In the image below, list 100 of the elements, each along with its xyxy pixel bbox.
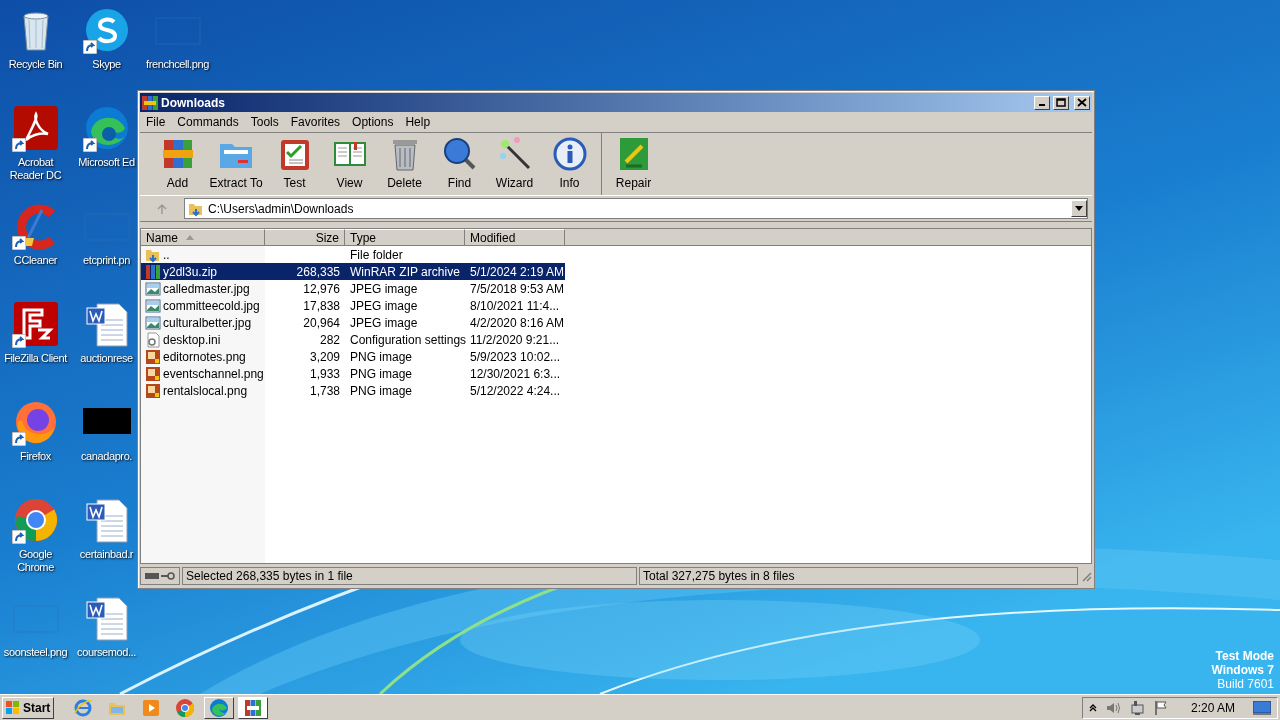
taskbar-button[interactable] xyxy=(238,696,268,719)
dropdown-button[interactable] xyxy=(1071,200,1087,217)
toolbar-button[interactable]: Test xyxy=(267,135,322,193)
file-row[interactable]: calledmaster.jpg 12,976 JPEG image 7/5/2018 9:53 AM xyxy=(141,280,1091,297)
column-header[interactable]: Name xyxy=(141,229,265,246)
file-name: eventschannel.png xyxy=(163,365,264,383)
os-notice-text: Test Mode xyxy=(1215,649,1274,663)
desktop-icon-label[interactable]: soonsteel.png xyxy=(3,646,68,659)
modified-cell-text: 4/2/2020 8:16 AM xyxy=(469,314,565,332)
close-button[interactable] xyxy=(1074,95,1090,110)
file-name: culturalbetter.jpg xyxy=(163,314,252,332)
desktop-icon-label[interactable]: canadapro. xyxy=(80,450,132,463)
menu-item[interactable]: Commands xyxy=(171,113,245,131)
file-name: desktop.ini xyxy=(163,331,221,349)
desktop-icon-label[interactable]: CCleaner xyxy=(13,254,58,267)
modified-cell-text: 8/10/2021 11:4... xyxy=(469,297,561,315)
drive-icon xyxy=(145,573,159,579)
type-cell-text: Configuration settings xyxy=(349,331,465,349)
address-field[interactable]: C:\Users\admin\Downloads xyxy=(184,198,1088,219)
toolbar-button[interactable]: Find xyxy=(432,135,487,193)
modified-cell-text: 12/30/2021 6:3... xyxy=(469,365,562,383)
jpg-file-icon xyxy=(145,314,161,331)
status-text: Total 327,275 bytes in 8 files xyxy=(643,568,795,585)
ini-file-icon xyxy=(145,331,161,348)
modified-cell-text: 7/5/2018 9:53 AM xyxy=(469,280,565,298)
windows-logo-icon xyxy=(5,699,21,716)
toolbar-button[interactable]: Extract To xyxy=(205,135,267,193)
modified-cell-text: 5/1/2024 2:19 AM xyxy=(469,263,565,281)
os-notice-text: Build 7601 xyxy=(1217,677,1274,691)
network-icon[interactable] xyxy=(1128,699,1145,716)
flag-icon[interactable] xyxy=(1152,699,1169,716)
taskbar-button[interactable] xyxy=(204,696,234,719)
toolbar-button[interactable]: Wizard xyxy=(487,135,542,193)
type-cell-text: WinRAR ZIP archive xyxy=(349,263,461,281)
file-row[interactable]: .. File folder xyxy=(141,246,1091,263)
key-icon xyxy=(161,572,175,580)
column-header[interactable]: Size xyxy=(265,229,345,246)
jpg-file-icon xyxy=(145,297,161,314)
close-icon xyxy=(1077,98,1087,107)
file-row[interactable]: committeecold.jpg 17,838 JPEG image 8/10/2021 11:4... xyxy=(141,297,1091,314)
desktop-icon-label[interactable]: Microsoft Ed xyxy=(78,156,135,169)
up-arrow-icon xyxy=(156,202,168,215)
desktop-icon-label[interactable]: Firefox xyxy=(20,450,51,463)
desktop-icon-label[interactable]: etcprint.pn xyxy=(83,254,130,267)
desktop-icon-label[interactable]: FileZilla Client xyxy=(4,352,67,365)
type-cell-text: JPEG image xyxy=(349,280,419,298)
app-icon xyxy=(142,94,158,111)
sort-arrow-icon xyxy=(186,235,194,240)
column-header[interactable]: Modified xyxy=(465,229,565,246)
file-row[interactable]: desktop.ini 282 Configuration settings 11/2/2020 9:21... xyxy=(141,331,1091,348)
desktop-icon-label[interactable]: Acrobat Reader DC xyxy=(0,156,71,182)
shortcut-icon[interactable] xyxy=(82,104,131,152)
file-row[interactable]: culturalbetter.jpg 20,964 JPEG image 4/2/2020 8:16 AM xyxy=(141,314,1091,331)
chevron-up-icon[interactable] xyxy=(1088,703,1097,712)
desktop-icon-label[interactable]: Google Chrome xyxy=(0,548,71,574)
desktop-icon-label[interactable]: frenchcell.png xyxy=(146,58,209,71)
shortcut-icon[interactable] xyxy=(11,300,60,348)
file-name: .. xyxy=(163,246,170,264)
clock[interactable]: 2:20 AM xyxy=(1190,698,1235,717)
type-cell-text: JPEG image xyxy=(349,297,419,315)
size-cell-text: 20,964 xyxy=(302,314,341,332)
desktop-icon-label[interactable]: certainbad.r xyxy=(79,548,134,561)
maximize-button[interactable] xyxy=(1053,95,1069,110)
column-header[interactable]: Type xyxy=(345,229,465,246)
toolbar-button[interactable]: Info xyxy=(542,135,597,193)
os-notice-text: Windows 7 xyxy=(1211,663,1274,677)
jpg-file-icon xyxy=(145,280,161,297)
desktop-icon-label[interactable]: Recycle Bin xyxy=(8,58,63,71)
resize-grip-icon[interactable] xyxy=(1080,570,1092,582)
start-button[interactable]: Start xyxy=(2,696,54,719)
size-cell-text: 1,738 xyxy=(308,382,341,400)
menu-item[interactable]: Favorites xyxy=(284,113,347,131)
toolbar-button[interactable]: Add xyxy=(150,135,205,193)
shortcut-icon[interactable] xyxy=(11,496,60,544)
winrar-icon xyxy=(243,697,263,718)
shortcut-icon[interactable] xyxy=(82,6,131,54)
menu-item[interactable]: Tools xyxy=(244,113,285,131)
menu-item[interactable]: Help xyxy=(399,113,437,131)
desktop-icon-label[interactable]: Skype xyxy=(92,58,121,71)
caret-icon xyxy=(1075,206,1083,211)
size-cell-text: 268,335 xyxy=(295,263,341,281)
maximize-icon xyxy=(1056,98,1066,107)
show-desktop-icon[interactable] xyxy=(1253,700,1271,715)
toolbar-button[interactable]: View xyxy=(322,135,377,193)
menu-item[interactable]: Options xyxy=(346,113,400,131)
minimize-button[interactable] xyxy=(1034,95,1050,110)
shortcut-icon[interactable] xyxy=(11,104,60,152)
toolbar-button[interactable]: Repair xyxy=(606,135,661,193)
file-row[interactable]: eventschannel.png 1,933 PNG image 12/30/2021 6:3... xyxy=(141,365,1091,382)
menu-item[interactable]: File xyxy=(140,113,172,131)
size-cell-text: 3,209 xyxy=(308,348,341,366)
size-cell-text: 12,976 xyxy=(302,280,341,298)
toolbar-button[interactable]: Delete xyxy=(377,135,432,193)
file-row[interactable]: editornotes.png 3,209 PNG image 5/9/2023 10:02... xyxy=(141,348,1091,365)
type-cell-text: JPEG image xyxy=(349,314,419,332)
desktop-icon-label[interactable]: auctionrese xyxy=(80,352,133,365)
ie-icon xyxy=(73,697,93,718)
file-row[interactable]: y2dl3u.zip 268,335 WinRAR ZIP archive 5/1/2024 2:19 AM xyxy=(141,263,1091,280)
file-row[interactable]: rentalslocal.png 1,738 PNG image 5/12/2022 4:24... xyxy=(141,382,1091,399)
find-icon xyxy=(441,136,478,172)
